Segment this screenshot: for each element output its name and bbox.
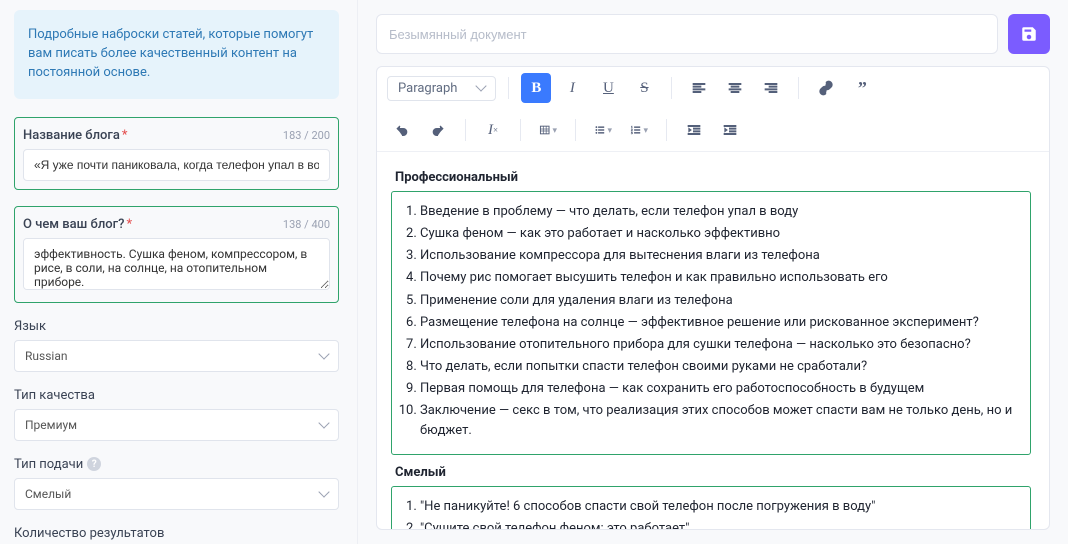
outline-item: "Сушите свой телефон феном: это работает… <box>420 519 1020 529</box>
separator <box>666 119 667 141</box>
outline-item: Использование отопительного прибора для … <box>420 335 1020 355</box>
tone-field: Тип подачи? Смелый <box>14 457 339 510</box>
tone-select[interactable]: Смелый <box>14 478 339 510</box>
strike-button[interactable]: S <box>629 73 659 103</box>
chevron-down-icon: ▾ <box>552 125 557 136</box>
blog-title-label: Название блога <box>23 128 120 143</box>
align-center-button[interactable] <box>720 73 750 103</box>
count-label: Количество результатов <box>14 526 339 541</box>
paragraph-style-value: Paragraph <box>398 81 457 96</box>
indent-button[interactable] <box>715 115 745 145</box>
outline-block-bold: "Не паникуйте! 6 способов спасти свой те… <box>391 486 1031 529</box>
quality-select[interactable]: Премиум <box>14 409 339 441</box>
chevron-down-icon <box>476 80 487 91</box>
quality-label: Тип качества <box>14 388 339 403</box>
save-icon <box>1020 25 1038 43</box>
chevron-down-icon <box>318 486 329 497</box>
bold-button[interactable]: B <box>521 73 551 103</box>
language-label: Язык <box>14 319 339 334</box>
blog-title-field: Название блога* 183 / 200 <box>14 117 339 190</box>
bullet-list-button[interactable]: ▾ <box>588 115 618 145</box>
separator <box>465 119 466 141</box>
underline-button[interactable]: U <box>593 73 623 103</box>
section-heading-bold: Смелый <box>395 465 1031 480</box>
save-button[interactable] <box>1008 14 1050 54</box>
quote-button[interactable]: ” <box>847 73 877 103</box>
redo-button[interactable] <box>423 115 453 145</box>
outline-item: Что делать, если попытки спасти телефон … <box>420 357 1020 377</box>
language-field: Язык Russian <box>14 319 339 372</box>
quality-field: Тип качества Премиум <box>14 388 339 441</box>
separator <box>798 77 799 99</box>
separator <box>671 77 672 99</box>
outline-item: Применение соли для удаления влаги из те… <box>420 291 1020 311</box>
blog-title-input[interactable] <box>23 149 330 181</box>
separator <box>520 119 521 141</box>
document-title-input[interactable] <box>376 14 998 54</box>
clear-format-button[interactable]: I× <box>478 115 508 145</box>
align-left-button[interactable] <box>684 73 714 103</box>
info-banner: Подробные наброски статей, которые помог… <box>14 10 339 99</box>
blog-title-counter: 183 / 200 <box>283 129 330 142</box>
outline-item: Первая помощь для телефона — как сохрани… <box>420 379 1020 399</box>
undo-button[interactable] <box>387 115 417 145</box>
paragraph-style-select[interactable]: Paragraph <box>387 76 496 101</box>
blog-about-input[interactable]: эффективность. Сушка феном, компрессором… <box>23 238 330 290</box>
separator <box>575 119 576 141</box>
blog-about-field: О чем ваш блог?* 138 / 400 эффективность… <box>14 206 339 303</box>
italic-button[interactable]: I <box>557 73 587 103</box>
sidebar: Подробные наброски статей, которые помог… <box>0 0 357 544</box>
tone-value: Смелый <box>25 487 71 501</box>
outdent-button[interactable] <box>679 115 709 145</box>
outline-block-professional: Введение в проблему — что делать, если т… <box>391 191 1031 455</box>
table-button[interactable]: ▾ <box>533 115 563 145</box>
outline-item: Размещение телефона на солнце — эффектив… <box>420 313 1020 333</box>
chevron-down-icon <box>318 417 329 428</box>
required-mark: * <box>126 217 132 232</box>
chevron-down-icon <box>318 348 329 359</box>
language-select[interactable]: Russian <box>14 340 339 372</box>
ordered-list-button[interactable]: 123▾ <box>624 115 654 145</box>
section-heading-professional: Профессиональный <box>395 170 1031 185</box>
align-right-button[interactable] <box>756 73 786 103</box>
tone-label: Тип подачи <box>14 457 83 472</box>
quality-value: Премиум <box>25 418 77 432</box>
language-value: Russian <box>25 349 67 363</box>
outline-item: Почему рис помогает высушить телефон и к… <box>420 268 1020 288</box>
outline-item: Использование компрессора для вытеснения… <box>420 246 1020 266</box>
blog-about-label: О чем ваш блог? <box>23 217 124 232</box>
outline-item: Введение в проблему — что делать, если т… <box>420 202 1020 222</box>
count-field: Количество результатов 1 <box>14 526 339 544</box>
editor-content[interactable]: Профессиональный Введение в проблему — ч… <box>377 152 1049 529</box>
outline-item: "Не паникуйте! 6 способов спасти свой те… <box>420 497 1020 517</box>
toolbar: Paragraph B I U S ” <box>377 67 1049 152</box>
separator <box>508 77 509 99</box>
link-button[interactable] <box>811 73 841 103</box>
svg-text:3: 3 <box>631 131 633 135</box>
help-icon[interactable]: ? <box>87 457 101 471</box>
editor-card: Paragraph B I U S ” <box>376 66 1050 530</box>
outline-item: Заключение — секс в том, что реализация … <box>420 401 1020 441</box>
outline-item: Сушка феном — как это работает и насколь… <box>420 224 1020 244</box>
editor-pane: Paragraph B I U S ” <box>357 0 1068 544</box>
required-mark: * <box>122 128 128 143</box>
chevron-down-icon: ▾ <box>607 125 612 136</box>
blog-about-counter: 138 / 400 <box>283 218 330 231</box>
chevron-down-icon: ▾ <box>643 125 648 136</box>
